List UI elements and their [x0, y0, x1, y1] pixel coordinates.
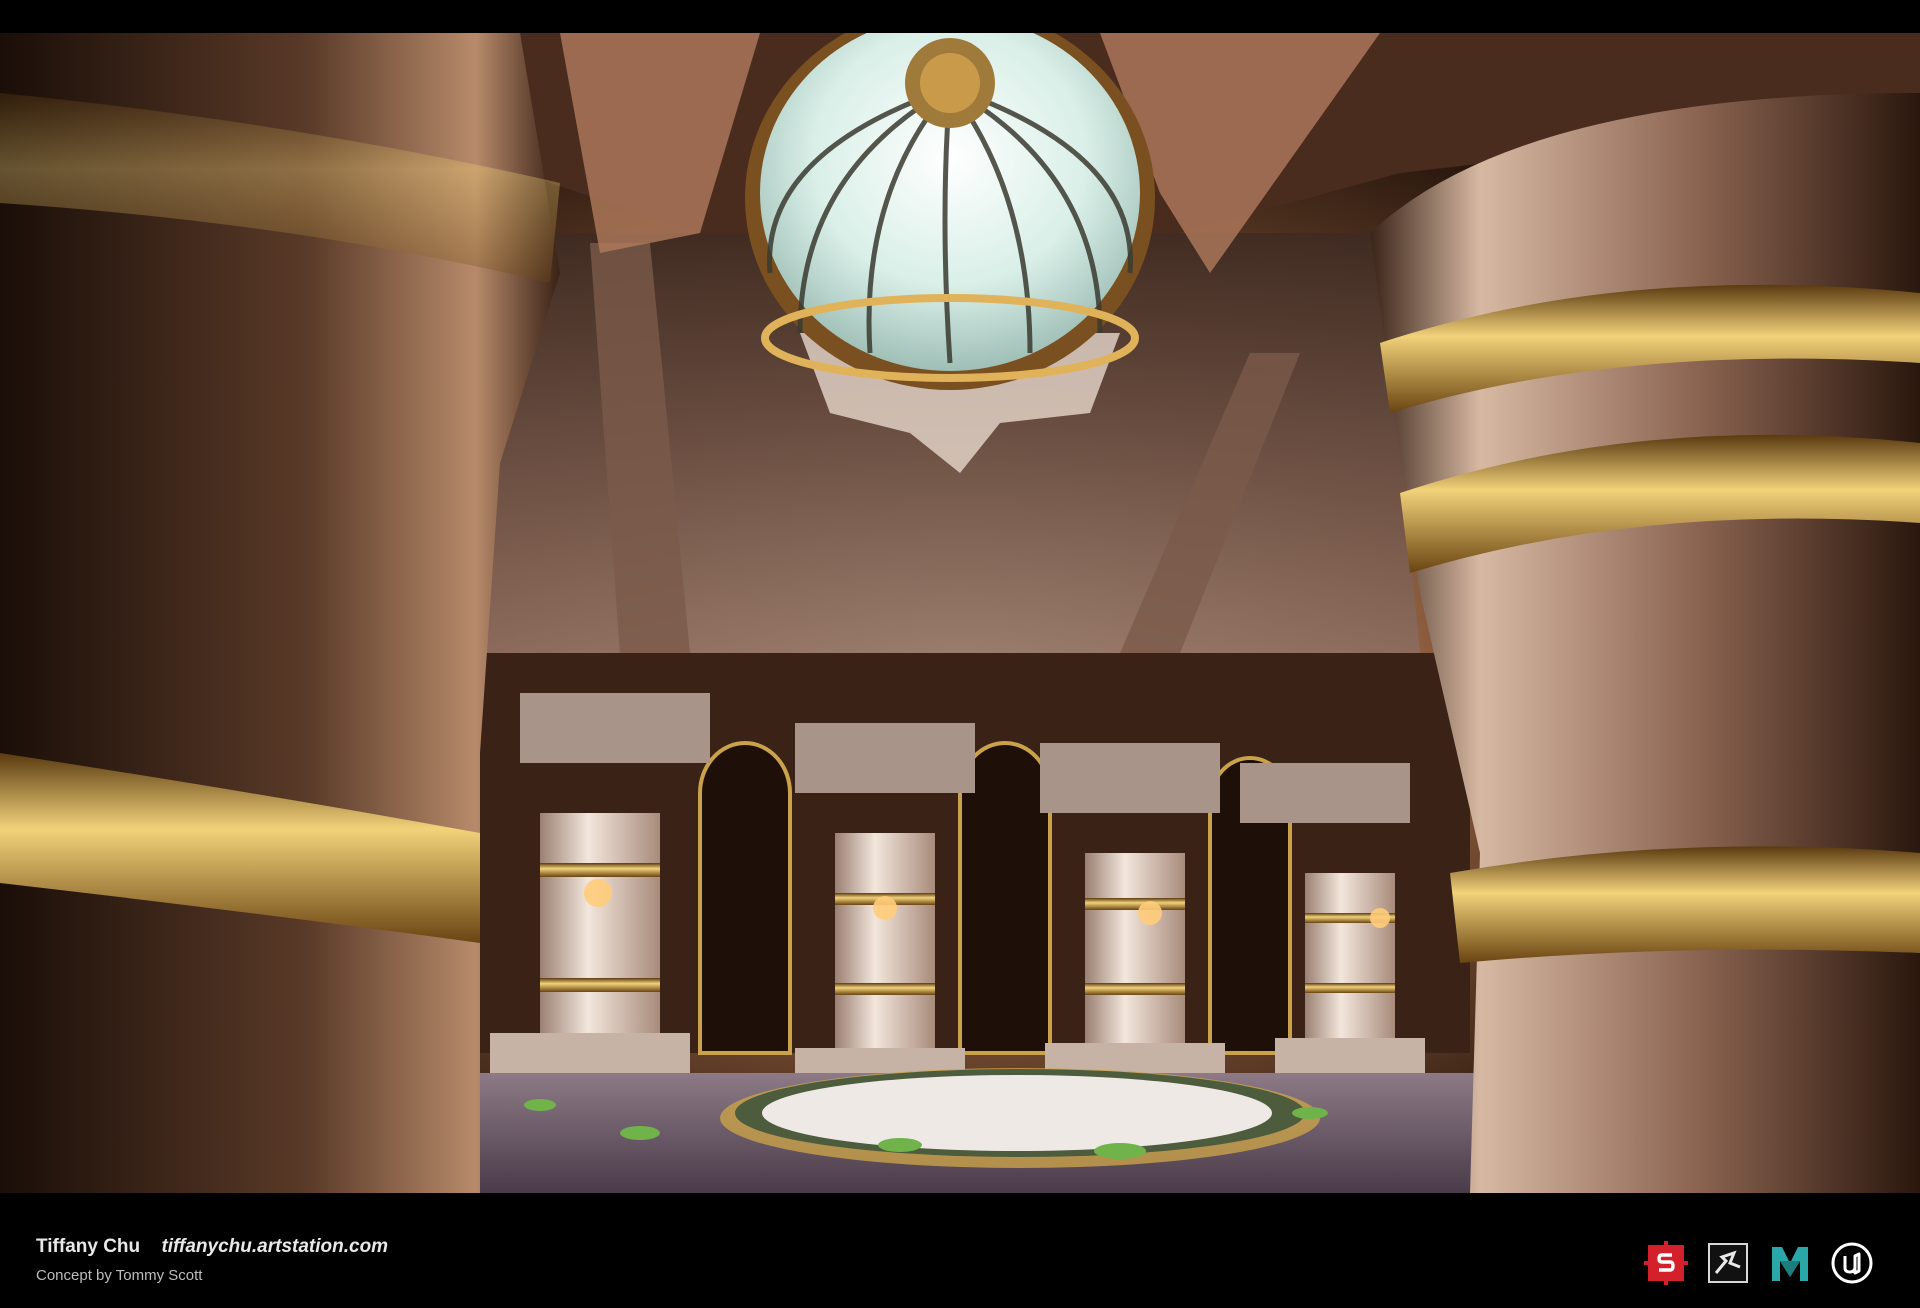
zbrush-icon — [1706, 1241, 1750, 1285]
artwork-frame: Tiffany Chu tiffanychu.artstation.com Co… — [0, 0, 1920, 1308]
left-foreground-pillar — [0, 33, 560, 1193]
concept-credit: Concept by Tommy Scott — [36, 1267, 203, 1284]
bath-hall-render — [0, 33, 1920, 1193]
artist-name: Tiffany Chu — [36, 1236, 141, 1257]
artist-line: Tiffany Chu tiffanychu.artstation.com — [36, 1236, 388, 1258]
render-scene — [0, 33, 1920, 1193]
unreal-engine-icon — [1830, 1241, 1874, 1285]
substance-painter-icon — [1644, 1241, 1688, 1285]
credits-bar: Tiffany Chu tiffanychu.artstation.com Co… — [0, 1222, 1920, 1308]
maya-icon — [1768, 1241, 1812, 1285]
artist-url[interactable]: tiffanychu.artstation.com — [161, 1236, 388, 1257]
software-icons — [1644, 1238, 1874, 1288]
